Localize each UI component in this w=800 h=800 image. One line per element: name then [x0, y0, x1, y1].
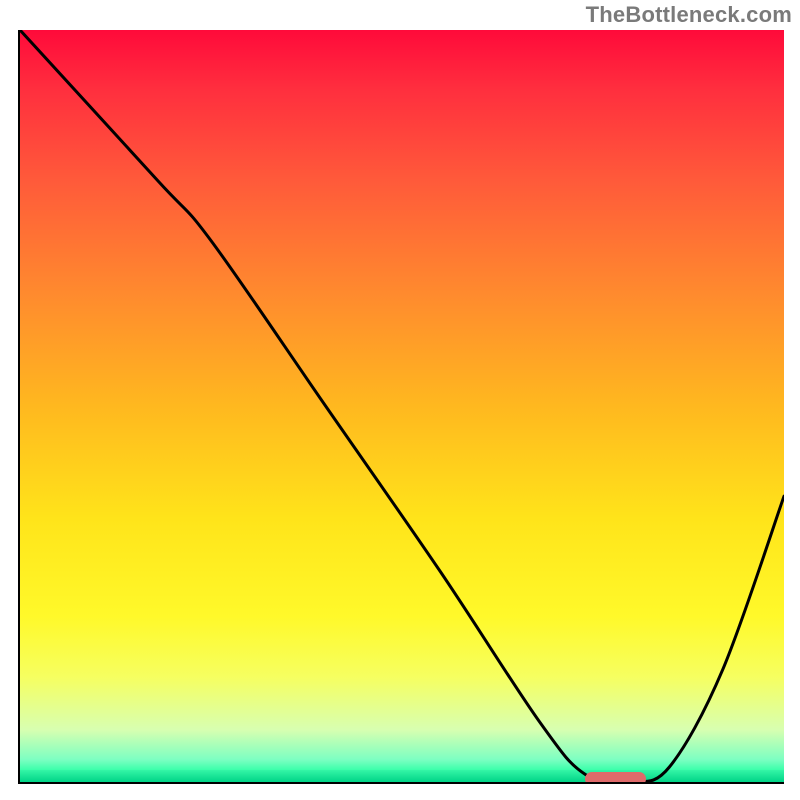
bottleneck-curve: [20, 30, 784, 782]
plot-area: [18, 30, 784, 784]
chart-container: TheBottleneck.com: [0, 0, 800, 800]
watermark-text: TheBottleneck.com: [586, 2, 792, 28]
optimal-marker: [585, 772, 646, 784]
